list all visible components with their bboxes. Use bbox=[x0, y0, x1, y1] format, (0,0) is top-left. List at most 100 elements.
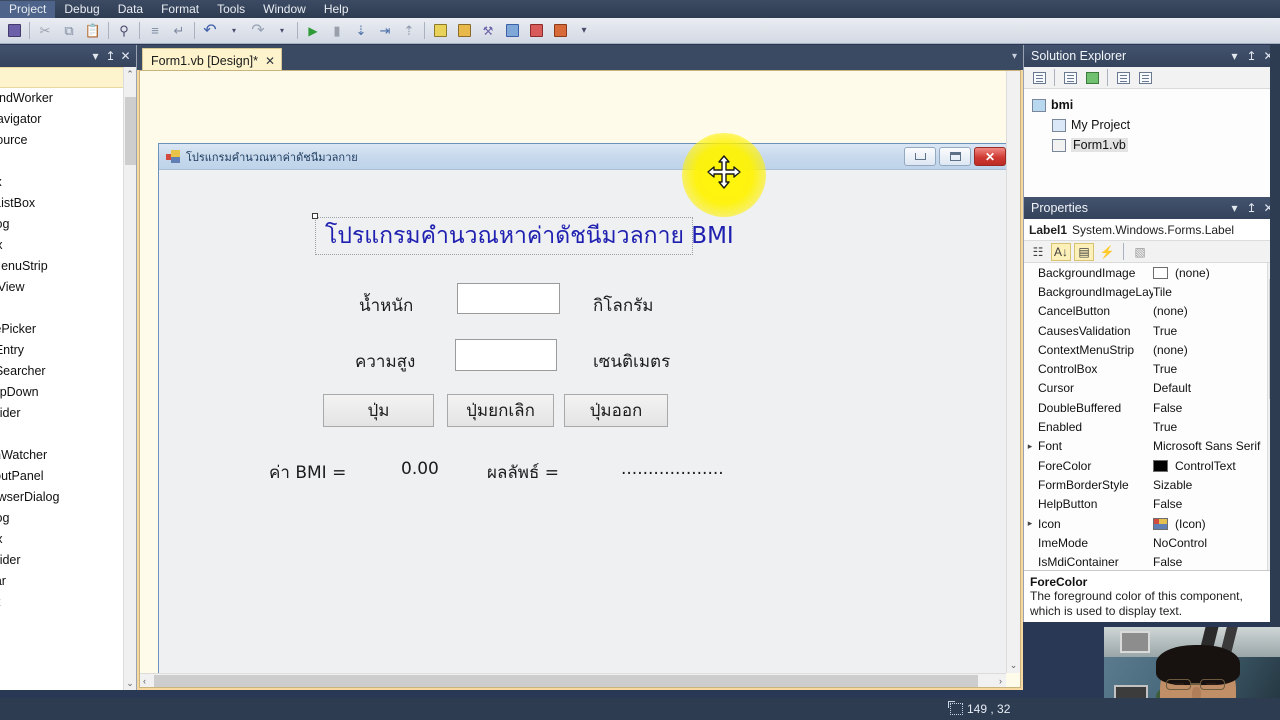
toolbox-scroll-up-icon[interactable]: ⌃ bbox=[124, 67, 136, 81]
toolbox-item[interactable]: LayoutPanel bbox=[0, 466, 124, 487]
paste-icon[interactable]: 📋 bbox=[82, 20, 104, 42]
expand-icon[interactable]: ▸ bbox=[1024, 441, 1036, 452]
toolbox-scroll-thumb[interactable] bbox=[125, 97, 136, 165]
toolbox-scrollbar[interactable]: ⌃ ⌄ bbox=[123, 67, 136, 690]
property-value[interactable]: NoControl bbox=[1153, 536, 1280, 550]
toolbox-item[interactable]: ollBar bbox=[0, 571, 124, 592]
redo-icon[interactable]: ↷ bbox=[247, 20, 269, 42]
toolbox-item[interactable]: extMenuStrip bbox=[0, 256, 124, 277]
bmi-value[interactable]: 0.00 bbox=[401, 459, 439, 479]
toolbox-item[interactable]: TimePicker bbox=[0, 319, 124, 340]
property-value[interactable]: Sizable bbox=[1153, 478, 1280, 492]
property-value[interactable]: (none) bbox=[1153, 304, 1280, 318]
copy-icon[interactable]: ⧉ bbox=[58, 20, 80, 42]
output-window-icon[interactable] bbox=[549, 20, 571, 42]
properties-page-icon[interactable] bbox=[1060, 69, 1080, 87]
property-value[interactable]: True bbox=[1153, 362, 1280, 376]
toolbox-item[interactable]: kedListBox bbox=[0, 193, 124, 214]
toolbox-item[interactable]: ox bbox=[0, 650, 124, 671]
undo-dropdown-icon[interactable]: ▾ bbox=[223, 20, 245, 42]
view-code-icon[interactable] bbox=[1113, 69, 1133, 87]
menu-item-project[interactable]: Project bbox=[0, 0, 56, 18]
property-row[interactable]: ▸ Icon (Icon) bbox=[1024, 514, 1280, 533]
designer-scroll-right-icon[interactable]: › bbox=[999, 676, 1002, 686]
toolbox-item[interactable]: ngSource bbox=[0, 130, 124, 151]
property-value[interactable]: False bbox=[1153, 555, 1280, 569]
tree-item-project[interactable]: bmi bbox=[1032, 95, 1280, 115]
cancel-button[interactable]: ปุ่มยกเลิก bbox=[447, 394, 554, 427]
toolbox-pin-icon[interactable]: ↥ bbox=[103, 49, 118, 63]
break-icon[interactable]: ▮ bbox=[326, 20, 348, 42]
property-value[interactable]: False bbox=[1153, 497, 1280, 511]
toolbox-item[interactable]: oBox bbox=[0, 235, 124, 256]
height-input[interactable] bbox=[455, 339, 557, 371]
property-row[interactable]: ImeMode NoControl bbox=[1024, 533, 1280, 552]
toolbox-item-list[interactable]: er groundWorker ngNavigator ngSource n k… bbox=[0, 67, 124, 690]
toolbox-dropdown-icon[interactable]: ▾ bbox=[88, 49, 103, 63]
menu-item-help[interactable]: Help bbox=[315, 1, 358, 18]
tree-item-form1[interactable]: Form1.vb bbox=[1032, 135, 1280, 155]
property-value[interactable]: Microsoft Sans Serif bbox=[1153, 439, 1280, 453]
property-row[interactable]: HelpButton False bbox=[1024, 495, 1280, 514]
menu-item-data[interactable]: Data bbox=[109, 1, 152, 18]
icon-swatch[interactable] bbox=[1153, 517, 1168, 530]
menu-item-window[interactable]: Window bbox=[254, 1, 315, 18]
toolbox-scroll-down-icon[interactable]: ⌄ bbox=[124, 676, 136, 690]
step-into-icon[interactable]: ⇣ bbox=[350, 20, 372, 42]
property-value[interactable]: Default bbox=[1153, 381, 1280, 395]
properties-object-selector[interactable]: Label1 System.Windows.Forms.Label ▾ bbox=[1024, 219, 1280, 241]
expand-icon[interactable]: ▸ bbox=[1024, 518, 1036, 529]
form-body[interactable]: โปรแกรมคำนวณหาค่าดัชนีมวลกาย BMI น้ำหนัก… bbox=[159, 170, 1006, 687]
solution-explorer-icon[interactable] bbox=[429, 20, 451, 42]
view-designer-icon[interactable] bbox=[1135, 69, 1155, 87]
menu-item-format[interactable]: Format bbox=[152, 1, 208, 18]
property-row[interactable]: ForeColor ControlText bbox=[1024, 456, 1280, 475]
property-row[interactable]: ContextMenuStrip (none) bbox=[1024, 340, 1280, 359]
toolbox-item[interactable]: abel bbox=[0, 629, 124, 650]
property-row[interactable]: BackgroundImageLayoutTile bbox=[1024, 282, 1280, 301]
property-value[interactable]: Tile bbox=[1153, 285, 1280, 299]
designer-scroll-down-icon[interactable]: ⌄ bbox=[1007, 660, 1020, 671]
toolbox-item[interactable]: ngNavigator bbox=[0, 109, 124, 130]
solution-tree[interactable]: bmi My Project Form1.vb bbox=[1024, 89, 1280, 155]
tab-form1-design[interactable]: Form1.vb [Design]* ✕ bbox=[142, 48, 283, 70]
tab-close-icon[interactable]: ✕ bbox=[265, 54, 275, 68]
form-maximize-button[interactable] bbox=[939, 147, 971, 166]
property-row[interactable]: DoubleBuffered False bbox=[1024, 398, 1280, 417]
property-row[interactable]: ControlBox True bbox=[1024, 359, 1280, 378]
menu-item-tools[interactable]: Tools bbox=[208, 1, 254, 18]
toolbox-close-icon[interactable]: ✕ bbox=[118, 49, 133, 63]
toolbox-item[interactable]: Dialog bbox=[0, 214, 124, 235]
property-row[interactable]: FormBorderStyle Sizable bbox=[1024, 475, 1280, 494]
start-debug-icon[interactable]: ▶ bbox=[302, 20, 324, 42]
property-pages-icon[interactable]: ▧ bbox=[1130, 243, 1150, 261]
weight-input[interactable] bbox=[457, 283, 560, 314]
step-over-icon[interactable]: ⇥ bbox=[374, 20, 396, 42]
solution-dropdown-icon[interactable]: ▾ bbox=[1227, 49, 1242, 63]
menu-item-debug[interactable]: Debug bbox=[55, 1, 108, 18]
uncomment-icon[interactable]: ↵ bbox=[168, 20, 190, 42]
property-value[interactable]: True bbox=[1153, 420, 1280, 434]
properties-pin-icon[interactable]: ↥ bbox=[1244, 201, 1259, 215]
toolbox-item[interactable]: GridView bbox=[0, 277, 124, 298]
comment-icon[interactable]: ≡ bbox=[144, 20, 166, 42]
docked-tabs-sliver[interactable] bbox=[1270, 45, 1280, 690]
toolbox-item[interactable]: stemWatcher bbox=[0, 445, 124, 466]
undo-icon[interactable]: ↶ bbox=[199, 20, 221, 42]
properties-view-icon[interactable]: ▤ bbox=[1074, 242, 1094, 261]
toolbox-item[interactable]: ainUpDown bbox=[0, 382, 124, 403]
form-close-button[interactable]: ✕ bbox=[974, 147, 1006, 166]
tree-item-my-project[interactable]: My Project bbox=[1032, 115, 1280, 135]
designer-hscroll-thumb[interactable] bbox=[154, 675, 978, 687]
property-value[interactable]: False bbox=[1153, 401, 1280, 415]
property-row[interactable]: CancelButton (none) bbox=[1024, 302, 1280, 321]
toolbox-item[interactable]: et bbox=[0, 298, 124, 319]
properties-window-icon[interactable] bbox=[453, 20, 475, 42]
step-out-icon[interactable]: ⇡ bbox=[398, 20, 420, 42]
property-row[interactable]: CausesValidation True bbox=[1024, 321, 1280, 340]
property-value[interactable]: (none) bbox=[1153, 343, 1280, 357]
color-swatch[interactable] bbox=[1153, 266, 1168, 279]
toolbox-item[interactable]: eList bbox=[0, 592, 124, 613]
cut-icon[interactable]: ✂ bbox=[34, 20, 56, 42]
form-heading-label[interactable]: โปรแกรมคำนวณหาค่าดัชนีมวลกาย BMI bbox=[312, 213, 734, 255]
